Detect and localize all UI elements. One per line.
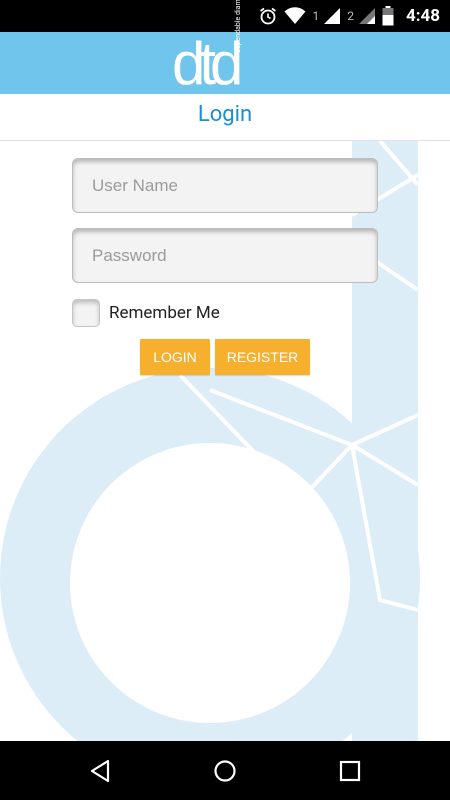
password-input[interactable] — [73, 229, 377, 282]
remember-me-row[interactable]: Remember Me — [72, 298, 220, 328]
status-icons: 1 2 4:48 — [258, 0, 440, 32]
navigation-bar — [0, 741, 450, 800]
login-button[interactable]: LOGIN — [140, 339, 210, 375]
app-logo: dtd dependable diamonds — [170, 0, 280, 97]
register-button[interactable]: REGISTER — [215, 339, 310, 375]
wifi-icon — [284, 7, 306, 25]
recents-icon[interactable] — [337, 758, 363, 784]
signal-icon — [358, 7, 376, 25]
home-icon[interactable] — [212, 758, 238, 784]
username-field[interactable] — [72, 158, 378, 213]
username-input[interactable] — [73, 159, 377, 212]
page-title: Login — [197, 102, 253, 127]
title-bar: Login — [0, 94, 450, 141]
battery-icon — [382, 6, 394, 26]
logo-subtext: dependable diamonds — [234, 0, 242, 53]
remember-me-checkbox[interactable] — [72, 299, 100, 327]
back-icon[interactable] — [88, 758, 114, 784]
sim2-label: 2 — [347, 9, 354, 23]
signal-icon — [323, 7, 341, 25]
remember-me-label: Remember Me — [109, 303, 220, 323]
password-field[interactable] — [72, 228, 378, 283]
logo-text: dtd — [172, 30, 243, 97]
alarm-icon — [258, 6, 278, 26]
sim1-label: 1 — [312, 9, 320, 23]
clock: 4:48 — [405, 6, 440, 26]
status-bar: 1 2 4:48 — [0, 0, 450, 32]
